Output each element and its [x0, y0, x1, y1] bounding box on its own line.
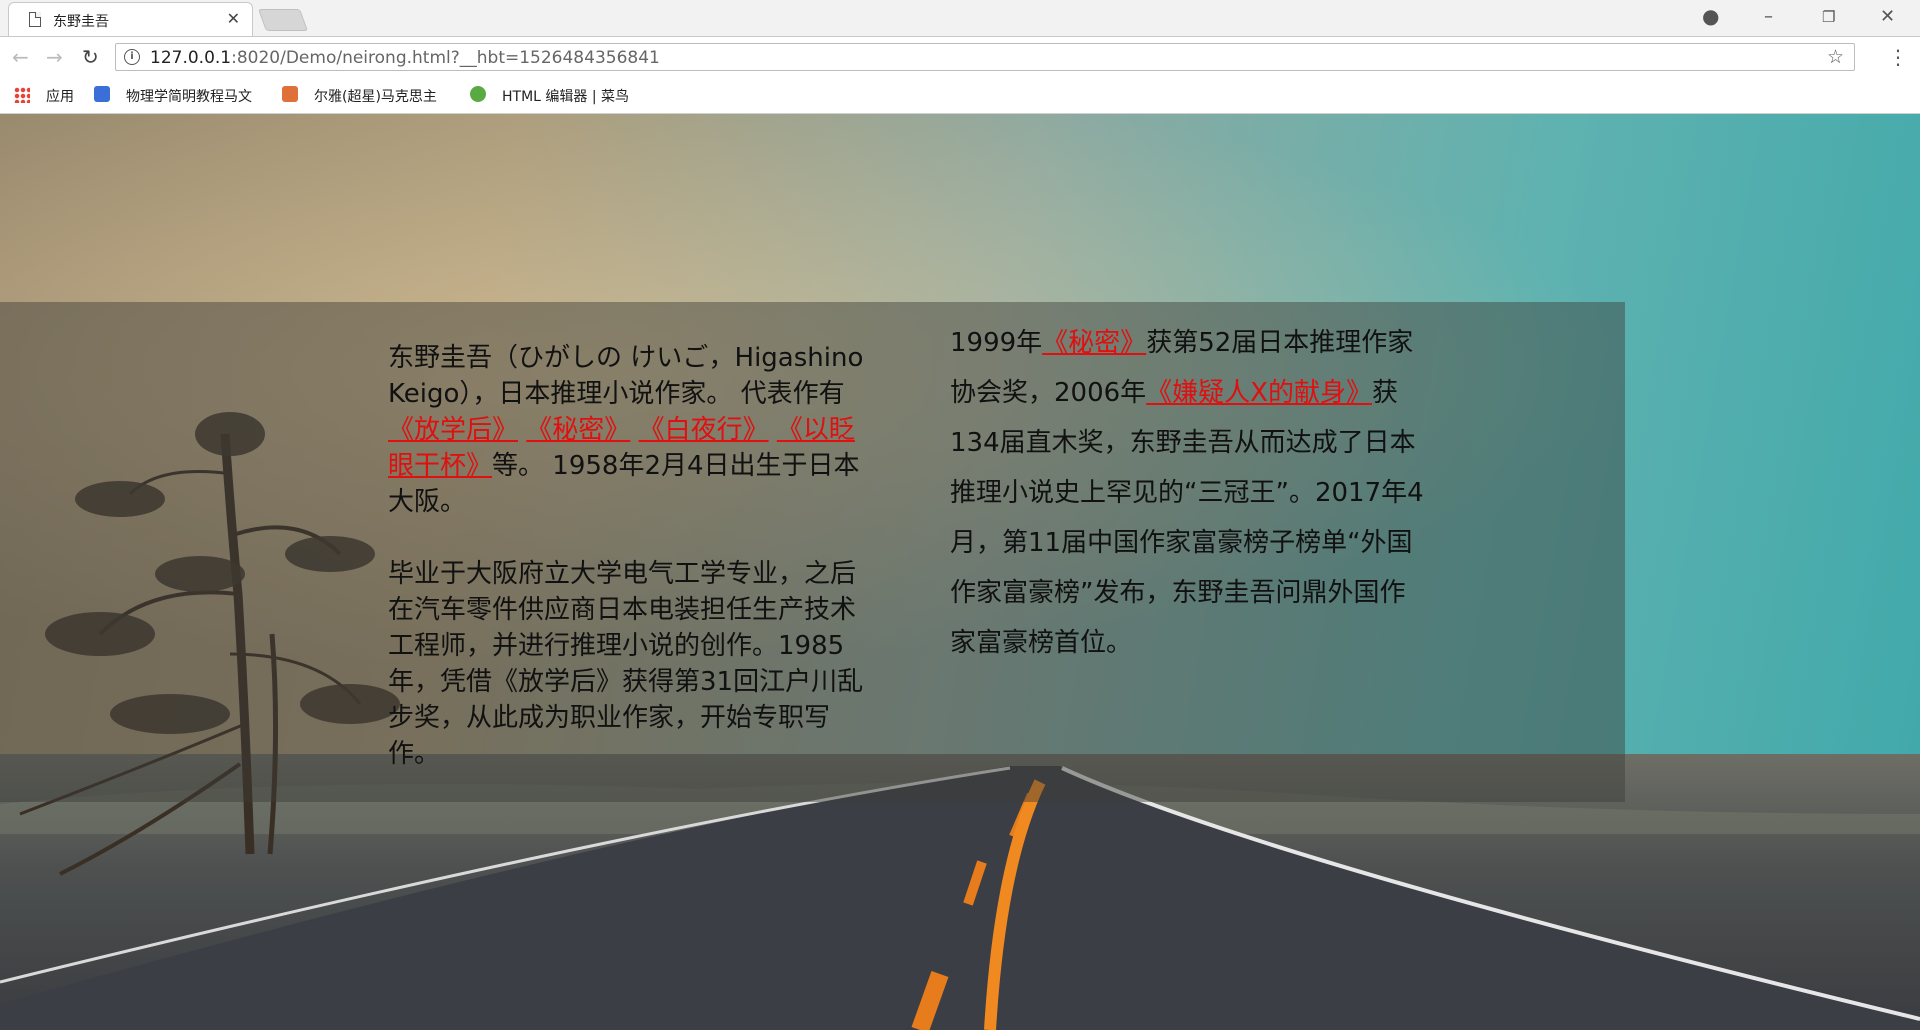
awards-text-1: 1999年 [950, 328, 1043, 358]
awards-text-3: 获134届直木奖，东野圭吾从而达成了日本推理小说史上罕见的“三冠王”。2017年… [950, 378, 1424, 658]
url-path: :8020/Demo/neirong.html?__hbt=1526484356… [231, 48, 660, 68]
back-button[interactable]: ← [12, 45, 29, 69]
awards-column: 1999年《秘密》获第52届日本推理作家协会奖，2006年《嫌疑人X的献身》获1… [950, 318, 1430, 668]
awards-paragraph: 1999年《秘密》获第52届日本推理作家协会奖，2006年《嫌疑人X的献身》获1… [950, 318, 1430, 668]
bookmarks-bar: 应用 物理学简明教程马文 尔雅(超星)马克思主 HTML 编辑器 | 菜鸟 [0, 77, 1920, 114]
intro-paragraph: 东野圭吾（ひがしの けいご，Higashino Keigo），日本推理小说作家。… [388, 340, 868, 520]
intro-column: 东野圭吾（ひがしの けいご，Higashino Keigo），日本推理小说作家。… [388, 340, 868, 808]
apps-icon[interactable] [14, 87, 30, 103]
tab-title: 东野圭吾 [53, 14, 109, 30]
profile-icon[interactable]: ● [1702, 4, 1719, 28]
book-link-mimi-award[interactable]: 《秘密》 [1042, 328, 1146, 358]
tab-strip: 东野圭吾 ✕ ● – ❐ ✕ [0, 0, 1920, 37]
browser-toolbar: ← → ↻ i 127.0.0.1:8020/Demo/neirong.html… [0, 37, 1920, 77]
book-link-baiyexing[interactable]: 《白夜行》 [639, 415, 769, 445]
bookmark-html-editor[interactable]: HTML 编辑器 | 菜鸟 [502, 86, 629, 106]
bookmark-physics[interactable]: 物理学简明教程马文 [126, 86, 252, 106]
info-icon[interactable]: i [124, 49, 140, 65]
runoob-icon [470, 86, 486, 102]
address-bar[interactable]: i 127.0.0.1:8020/Demo/neirong.html?__hbt… [115, 43, 1855, 71]
career-paragraph: 毕业于大阪府立大学电气工学专业，之后在汽车零件供应商日本电装担任生产技术工程师，… [388, 559, 864, 769]
book-link-mimi[interactable]: 《秘密》 [526, 415, 630, 445]
browser-tab[interactable]: 东野圭吾 ✕ [8, 2, 253, 36]
url-text: 127.0.0.1:8020/Demo/neirong.html?__hbt=1… [150, 48, 660, 68]
baidu-icon [94, 86, 110, 102]
chaoxing-icon [282, 86, 298, 102]
close-tab-icon[interactable]: ✕ [227, 9, 240, 28]
forward-button[interactable]: → [46, 45, 63, 69]
window-close-button[interactable]: ✕ [1880, 6, 1895, 27]
new-tab-button[interactable] [257, 9, 309, 31]
intro-text: 东野圭吾（ひがしの けいご，Higashino Keigo），日本推理小说作家。… [388, 343, 864, 409]
book-link-xianyiren[interactable]: 《嫌疑人X的献身》 [1146, 378, 1372, 408]
restore-button[interactable]: ❐ [1822, 8, 1835, 26]
menu-icon[interactable]: ⋮ [1888, 45, 1908, 69]
bookmark-star-icon[interactable]: ☆ [1827, 46, 1844, 68]
url-host: 127.0.0.1 [150, 48, 232, 68]
bookmark-erya[interactable]: 尔雅(超星)马克思主 [314, 86, 437, 106]
reload-button[interactable]: ↻ [82, 45, 99, 69]
book-link-fangxuehou[interactable]: 《放学后》 [388, 415, 518, 445]
document-icon [29, 12, 41, 27]
bookmark-apps[interactable]: 应用 [46, 86, 74, 106]
minimize-button[interactable]: – [1764, 6, 1773, 27]
